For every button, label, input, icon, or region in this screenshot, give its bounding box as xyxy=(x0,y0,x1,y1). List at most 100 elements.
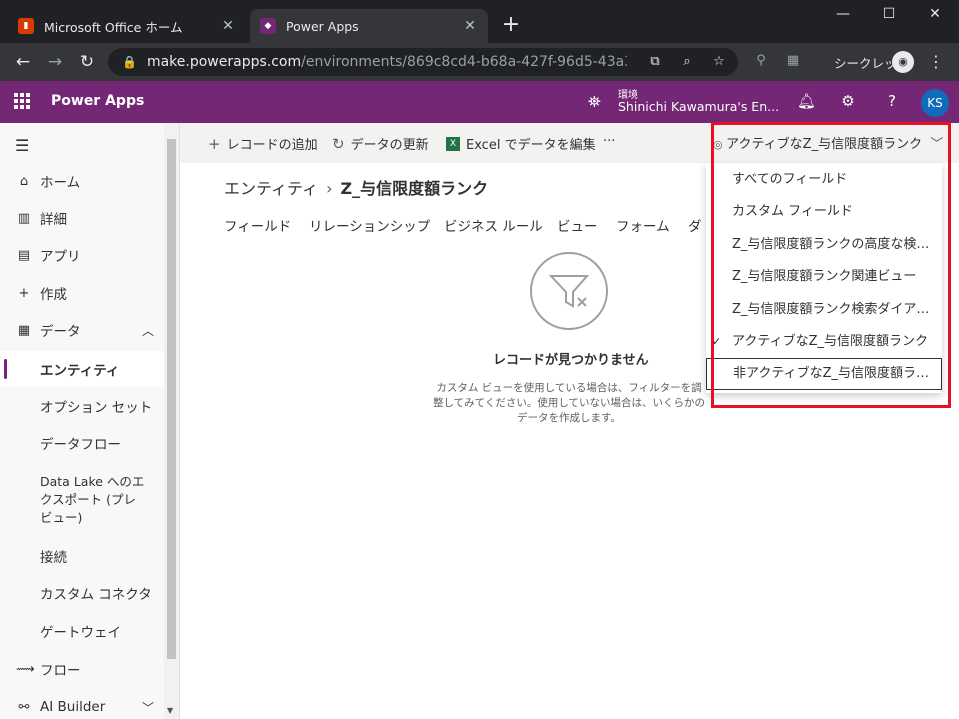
lock-icon: 🔒 xyxy=(122,55,137,69)
nav-label: エンティティ xyxy=(40,363,120,379)
chevron-down-icon: ﹀ xyxy=(930,137,944,152)
hamburger-icon[interactable]: ☰ xyxy=(15,136,29,155)
dropdown-item[interactable]: すべてのフィールド xyxy=(706,163,942,196)
reload-icon[interactable]: ↻ xyxy=(76,51,98,73)
nav-item-dataflows[interactable]: データフロー xyxy=(0,425,164,461)
breadcrumb-parent[interactable]: エンティティ xyxy=(224,179,318,198)
translate-icon[interactable]: ⧉ xyxy=(646,54,664,72)
help-icon[interactable]: ? xyxy=(883,92,901,110)
powerapps-logo-icon: ◆ xyxy=(260,18,276,34)
add-record-button[interactable]: + レコードの追加 xyxy=(208,134,318,154)
nav-label: データフロー xyxy=(40,437,121,453)
dropdown-item-label: カスタム フィールド xyxy=(732,204,853,219)
nav-item-ai-builder[interactable]: ⚯ AI Builder ﹀ xyxy=(0,689,164,719)
view-selector[interactable]: ◎ アクティブなZ_与信限度額ランク ﹀ xyxy=(713,133,943,152)
view-dropdown-menu: すべてのフィールド カスタム フィールド Z_与信限度額ランクの高度な検索...… xyxy=(706,163,942,393)
window-close-icon[interactable]: ✕ xyxy=(923,6,947,26)
waffle-icon[interactable] xyxy=(14,93,30,109)
home-icon: ⌂ xyxy=(19,173,29,189)
nav-scrollbar[interactable]: ▼ xyxy=(164,123,179,719)
nav-label: データ xyxy=(40,324,81,340)
nav-label: ホーム xyxy=(40,175,81,191)
nav-label: カスタム コネクタ xyxy=(40,587,152,603)
nav-item-flows[interactable]: ⟿ フロー xyxy=(0,651,164,687)
nav-label: 詳細 xyxy=(40,212,67,228)
star-icon[interactable]: ☆ xyxy=(710,54,728,72)
apps-icon: ▤ xyxy=(17,247,31,263)
extension-icon[interactable]: ⚲ xyxy=(752,53,770,71)
chevron-right-icon: › xyxy=(326,179,333,198)
back-arrow-icon[interactable]: ← xyxy=(12,51,34,73)
dropdown-item-label: 非アクティブなZ_与信限度額ラン... xyxy=(733,366,942,381)
table-icon: ▦ xyxy=(17,322,31,338)
scroll-thumb[interactable] xyxy=(167,139,176,659)
nav-item-data[interactable]: ▦ データ ︿ xyxy=(0,312,164,348)
nav-label: アプリ xyxy=(40,249,81,265)
tab-business-rules[interactable]: ビジネス ルール xyxy=(444,215,543,235)
extension2-icon[interactable]: ▦ xyxy=(784,53,802,71)
checkmark-icon: ✓ xyxy=(712,335,722,348)
nav-item-create[interactable]: + 作成 xyxy=(0,275,164,311)
more-label: ··· xyxy=(603,134,616,149)
environment-name[interactable]: Shinichi Kawamura's En... xyxy=(618,99,779,114)
nav-label: フロー xyxy=(40,663,81,679)
nav-item-apps[interactable]: ▤ アプリ xyxy=(0,237,164,273)
breadcrumb: エンティティ › Z_与信限度額ランク xyxy=(224,175,488,199)
view-selector-label: アクティブなZ_与信限度額ランク xyxy=(726,137,923,152)
nav-item-gateways[interactable]: ゲートウェイ xyxy=(0,613,164,649)
flow-icon: ⟿ xyxy=(16,661,35,677)
office-logo-icon: ▮ xyxy=(18,18,34,34)
app-name[interactable]: Power Apps xyxy=(51,93,144,109)
refresh-label: データの更新 xyxy=(350,138,429,153)
nav-label: 接続 xyxy=(40,550,67,566)
dropdown-item[interactable]: Z_与信限度額ランク関連ビュー xyxy=(706,260,942,293)
chevron-up-icon: ︿ xyxy=(141,323,154,338)
dropdown-item[interactable]: Z_与信限度額ランクの高度な検索... xyxy=(706,228,942,261)
tab-views[interactable]: ビュー xyxy=(557,215,598,235)
nav-item-custom-connectors[interactable]: カスタム コネクタ xyxy=(0,575,164,611)
zoom-icon[interactable]: ⌕ xyxy=(678,54,696,72)
dropdown-item[interactable]: 非アクティブなZ_与信限度額ラン... xyxy=(706,358,942,390)
environment-icon[interactable]: ⛯ xyxy=(588,92,601,112)
avatar[interactable]: KS xyxy=(921,89,949,117)
forward-arrow-icon[interactable]: → xyxy=(44,51,66,73)
tab-relationships[interactable]: リレーションシップ xyxy=(309,215,430,235)
nav-item-learn[interactable]: ▥ 詳細 xyxy=(0,200,164,236)
close-icon[interactable]: ✕ xyxy=(462,18,478,34)
nav-item-home[interactable]: ⌂ ホーム xyxy=(0,163,164,199)
dropdown-item-label: Z_与信限度額ランク検索ダイアロ... xyxy=(732,302,942,317)
tab-fields[interactable]: フィールド xyxy=(224,215,291,235)
tab-title: Power Apps xyxy=(286,18,359,34)
address-bar[interactable]: 🔒 make.powerapps.com/environments/869c8c… xyxy=(108,48,738,76)
browser-tab-powerapps[interactable]: ◆ Power Apps ✕ xyxy=(250,9,488,43)
nav-item-connections[interactable]: 接続 xyxy=(0,538,164,574)
browser-menu-icon[interactable]: ⋮ xyxy=(928,52,944,71)
tab-dashboards[interactable]: ダ xyxy=(688,215,702,235)
maximize-icon[interactable]: ☐ xyxy=(877,6,901,26)
empty-state-description: カスタム ビューを使用している場合は、フィルターを調整してみてください。使用して… xyxy=(432,382,706,424)
refresh-icon: ↻ xyxy=(332,134,345,153)
dropdown-item[interactable]: Z_与信限度額ランク検索ダイアロ... xyxy=(706,293,942,326)
nav-item-entities[interactable]: エンティティ xyxy=(0,351,164,387)
gear-icon[interactable]: ⚙ xyxy=(839,92,857,110)
new-tab-button[interactable]: + xyxy=(498,13,524,39)
empty-state-title: レコードが見つかりません xyxy=(493,353,649,368)
edit-in-excel-button[interactable]: X Excel でデータを編集 xyxy=(446,134,596,153)
minimize-icon[interactable]: — xyxy=(831,6,855,26)
dropdown-item[interactable]: カスタム フィールド xyxy=(706,195,942,228)
notification-bell-icon[interactable]: 🔔︎ xyxy=(797,92,816,110)
browser-tab-office[interactable]: ▮ Microsoft Office ホーム ✕ xyxy=(8,9,246,43)
tab-forms[interactable]: フォーム xyxy=(616,215,670,235)
dropdown-item-selected[interactable]: ✓ アクティブなZ_与信限度額ランク xyxy=(706,325,942,358)
close-icon[interactable]: ✕ xyxy=(220,18,236,34)
nav-item-option-sets[interactable]: オプション セット xyxy=(0,388,164,424)
chevron-down-icon: ﹀ xyxy=(141,700,154,715)
refresh-data-button[interactable]: ↻ データの更新 xyxy=(332,134,429,154)
more-commands-button[interactable]: ··· xyxy=(603,134,615,149)
dropdown-item-label: Z_与信限度額ランク関連ビュー xyxy=(732,269,917,284)
nav-item-export-data-lake[interactable]: Data Lake へのエクスポート (プレビュー) xyxy=(0,473,164,531)
scroll-down-arrow-icon[interactable]: ▼ xyxy=(167,706,173,715)
nav-label: AI Builder xyxy=(40,699,106,715)
incognito-icon[interactable]: ◉ xyxy=(892,51,914,73)
plus-icon: + xyxy=(18,285,30,301)
